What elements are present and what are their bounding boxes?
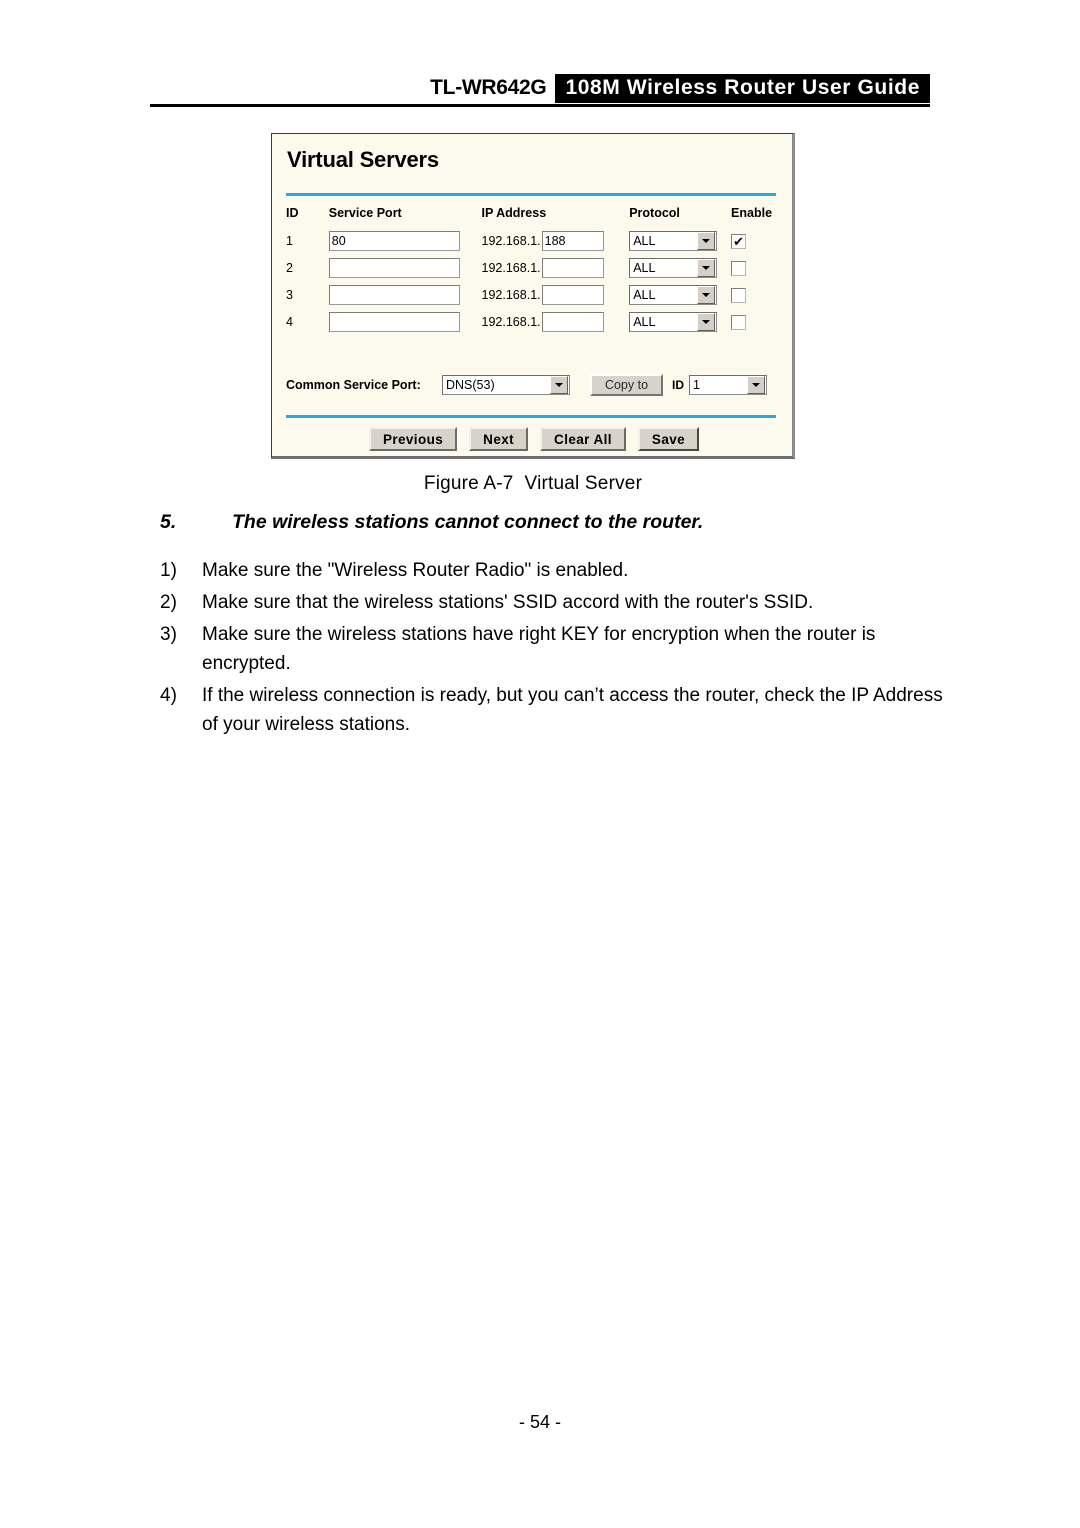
chevron-down-icon	[697, 259, 716, 277]
service-port-input[interactable]	[328, 285, 460, 305]
enable-checkbox[interactable]	[731, 260, 747, 276]
list-item-text: Make sure that the wireless stations' SS…	[202, 592, 814, 613]
save-button[interactable]: Save	[637, 427, 700, 451]
figure-label: Figure A-7	[423, 473, 514, 494]
section-number: 5.	[160, 511, 177, 533]
protocol-select-value: ALL	[633, 261, 656, 275]
guide-title-bar: 108M Wireless Router User Guide	[555, 73, 930, 103]
list-item-marker: 3)	[160, 624, 177, 645]
ip-suffix-input[interactable]: 188	[541, 231, 604, 251]
list-item: 3) Make sure the wireless stations have …	[160, 620, 950, 678]
chevron-down-icon	[550, 376, 568, 394]
copy-to-id-select[interactable]: 1	[689, 375, 767, 395]
service-port-input[interactable]: 80	[328, 231, 460, 251]
panel-divider-top	[286, 193, 776, 196]
chevron-down-icon	[697, 286, 716, 304]
virtual-servers-table: ID Service Port IP Address Protocol Enab…	[286, 206, 782, 339]
list-item-text: Make sure the wireless stations have rig…	[202, 624, 876, 674]
row-id-label: 4	[286, 315, 293, 329]
ip-suffix-input[interactable]	[541, 285, 604, 305]
header-divider-rule	[150, 104, 930, 107]
enable-checkbox[interactable]	[731, 314, 747, 330]
panel-divider-bottom	[286, 415, 776, 418]
page-number: - 54 -	[518, 1412, 561, 1432]
list-item-text: If the wireless connection is ready, but…	[202, 685, 943, 735]
protocol-select[interactable]: ALL	[629, 258, 718, 278]
column-header-protocol: Protocol	[629, 206, 680, 220]
enable-checkbox[interactable]: ✔	[731, 233, 747, 249]
protocol-select[interactable]: ALL	[629, 312, 718, 332]
protocol-select-value: ALL	[633, 315, 656, 329]
protocol-select[interactable]: ALL	[629, 231, 718, 251]
document-header: TL-WR642G 108M Wireless Router User Guid…	[150, 72, 930, 104]
list-item-marker: 4)	[160, 685, 177, 706]
table-row: 1 80 192.168.1. 188 ALL ✔	[286, 231, 782, 258]
clear-all-button[interactable]: Clear All	[540, 427, 626, 451]
list-item-text: Make sure the "Wireless Router Radio" is…	[202, 560, 629, 581]
service-port-input[interactable]	[328, 258, 460, 278]
ip-prefix-label: 192.168.1.	[481, 261, 541, 275]
protocol-select[interactable]: ALL	[629, 285, 718, 305]
section-heading: 5. The wireless stations cannot connect …	[160, 511, 950, 534]
table-header-row: ID Service Port IP Address Protocol Enab…	[286, 206, 782, 231]
list-item: 1) Make sure the "Wireless Router Radio"…	[160, 556, 950, 585]
copy-to-id-value: 1	[693, 378, 700, 392]
common-service-port-label: Common Service Port:	[286, 378, 421, 392]
common-service-port-row: Common Service Port: DNS(53) Copy to ID …	[286, 374, 767, 396]
table-row: 4 192.168.1. ALL	[286, 312, 782, 339]
row-id-label: 3	[286, 288, 293, 302]
protocol-select-value: ALL	[633, 234, 656, 248]
row-id-label: 2	[286, 261, 293, 275]
panel-title: Virtual Servers	[287, 147, 439, 172]
previous-button[interactable]: Previous	[368, 427, 458, 451]
chevron-down-icon	[697, 232, 716, 250]
troubleshooting-steps: 1) Make sure the "Wireless Router Radio"…	[160, 556, 950, 742]
table-row: 2 192.168.1. ALL	[286, 258, 782, 285]
column-header-enable: Enable	[731, 206, 773, 220]
figure-title: Virtual Server	[524, 473, 643, 494]
list-item: 4) If the wireless connection is ready, …	[160, 681, 950, 739]
common-service-port-value: DNS(53)	[446, 378, 495, 392]
list-item-marker: 2)	[160, 592, 177, 613]
list-item: 2) Make sure that the wireless stations'…	[160, 588, 950, 617]
common-service-port-select[interactable]: DNS(53)	[442, 375, 570, 395]
chevron-down-icon	[747, 376, 765, 394]
protocol-select-value: ALL	[633, 288, 656, 302]
enable-checkbox[interactable]	[731, 287, 747, 303]
ip-prefix-label: 192.168.1.	[481, 288, 541, 302]
ip-suffix-input[interactable]	[541, 312, 604, 332]
chevron-down-icon	[697, 313, 716, 331]
table-row: 3 192.168.1. ALL	[286, 285, 782, 312]
panel-button-row: Previous Next Clear All Save	[272, 427, 796, 451]
column-header-service-port: Service Port	[328, 206, 402, 220]
ip-suffix-input[interactable]	[541, 258, 604, 278]
figure-caption: Figure A-7 Virtual Server	[271, 473, 795, 495]
next-button[interactable]: Next	[469, 427, 529, 451]
list-item-marker: 1)	[160, 560, 177, 581]
service-port-input[interactable]	[328, 312, 460, 332]
row-id-label: 1	[286, 234, 293, 248]
virtual-servers-panel: Virtual Servers ID Service Port IP Addre…	[271, 133, 795, 459]
copy-to-button[interactable]: Copy to	[590, 374, 663, 396]
product-model: TL-WR642G	[430, 76, 547, 99]
ip-prefix-label: 192.168.1.	[481, 315, 541, 329]
column-header-ip-address: IP Address	[481, 206, 547, 220]
section-title: The wireless stations cannot connect to …	[232, 511, 704, 533]
column-header-id: ID	[286, 206, 299, 220]
ip-prefix-label: 192.168.1.	[481, 234, 541, 248]
copy-to-id-label: ID	[672, 378, 684, 392]
